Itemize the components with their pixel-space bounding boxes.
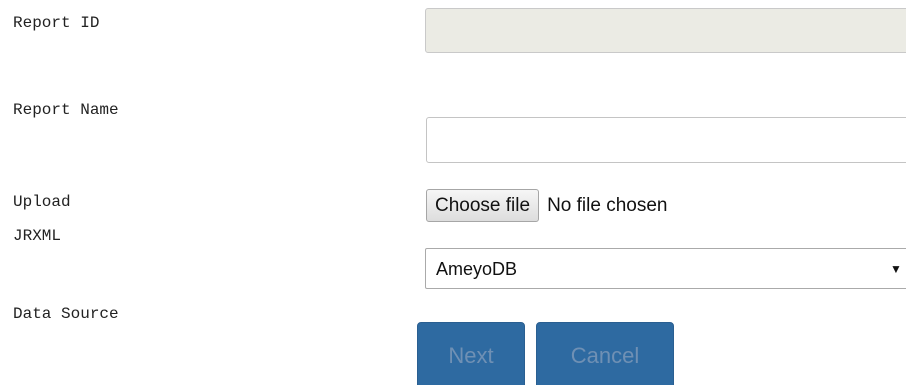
file-upload-control[interactable]: Choose file No file chosen: [426, 189, 667, 222]
report-id-field: [425, 8, 906, 53]
choose-file-button[interactable]: Choose file: [426, 189, 540, 222]
report-name-label: Report Name: [13, 101, 119, 119]
upload-jrxml-label: Upload JRXML: [13, 185, 71, 253]
upload-label-line1: Upload: [13, 193, 71, 211]
dropdown-arrow-icon: ▼: [890, 262, 902, 276]
report-name-input[interactable]: [426, 117, 906, 163]
data-source-label: Data Source: [13, 305, 119, 323]
cancel-button[interactable]: Cancel: [536, 322, 674, 385]
file-status-text: No file chosen: [547, 194, 668, 216]
upload-label-line2: JRXML: [13, 227, 62, 245]
next-button[interactable]: Next: [417, 322, 525, 385]
report-id-label: Report ID: [13, 14, 100, 32]
data-source-selected-value: AmeyoDB: [436, 259, 518, 279]
data-source-select[interactable]: AmeyoDB ▼: [425, 248, 906, 289]
